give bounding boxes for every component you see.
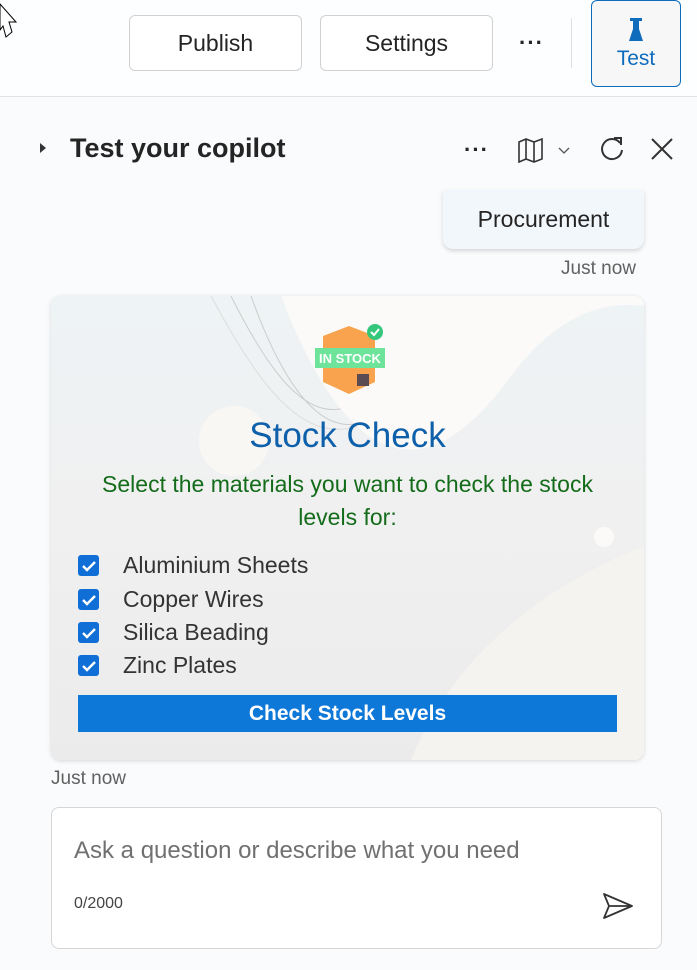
option-label: Aluminium Sheets xyxy=(123,552,309,578)
bot-timestamp: Just now xyxy=(51,768,126,789)
option-zinc-plates[interactable]: Zinc Plates xyxy=(78,652,237,679)
check-stock-levels-button[interactable]: Check Stock Levels xyxy=(78,695,617,732)
option-aluminium-sheets[interactable]: Aluminium Sheets xyxy=(78,552,308,579)
option-label: Zinc Plates xyxy=(123,652,237,678)
character-counter: 0/2000 xyxy=(74,895,123,912)
close-icon[interactable] xyxy=(650,137,674,161)
chat-input[interactable]: Ask a question or describe what you need… xyxy=(51,807,662,949)
option-label: Copper Wires xyxy=(123,586,264,612)
checkbox-checked[interactable] xyxy=(78,589,99,610)
checkbox-checked[interactable] xyxy=(78,622,99,643)
mouse-cursor-icon xyxy=(0,3,18,38)
top-toolbar: Publish Settings ··· Test xyxy=(0,0,697,97)
send-icon[interactable] xyxy=(602,892,634,920)
checkbox-checked[interactable] xyxy=(78,555,99,576)
map-icon[interactable] xyxy=(517,137,573,163)
option-copper-wires[interactable]: Copper Wires xyxy=(78,586,264,613)
in-stock-logo: IN STOCK xyxy=(315,324,385,394)
collapse-caret-icon[interactable] xyxy=(40,143,46,153)
checkbox-checked[interactable] xyxy=(78,655,99,676)
divider xyxy=(571,18,572,68)
card-title: Stock Check xyxy=(249,416,446,455)
test-label: Test xyxy=(616,46,656,70)
adaptive-card: IN STOCK Stock Check Select the material… xyxy=(51,296,644,760)
svg-text:IN STOCK: IN STOCK xyxy=(319,351,381,366)
option-silica-beading[interactable]: Silica Beading xyxy=(78,619,269,646)
input-placeholder: Ask a question or describe what you need xyxy=(74,837,520,864)
panel-more-button[interactable]: ··· xyxy=(464,137,489,163)
publish-button[interactable]: Publish xyxy=(129,15,302,71)
user-message: Procurement xyxy=(443,190,644,249)
option-label: Silica Beading xyxy=(123,619,269,645)
card-subtitle: Select the materials you want to check t… xyxy=(102,471,593,530)
panel-title: Test your copilot xyxy=(70,133,286,163)
user-timestamp: Just now xyxy=(561,258,636,279)
settings-button[interactable]: Settings xyxy=(320,15,493,71)
more-options-button[interactable]: ··· xyxy=(519,30,544,56)
test-button[interactable]: Test xyxy=(591,0,681,87)
flask-icon xyxy=(629,17,643,41)
refresh-icon[interactable] xyxy=(598,135,626,163)
